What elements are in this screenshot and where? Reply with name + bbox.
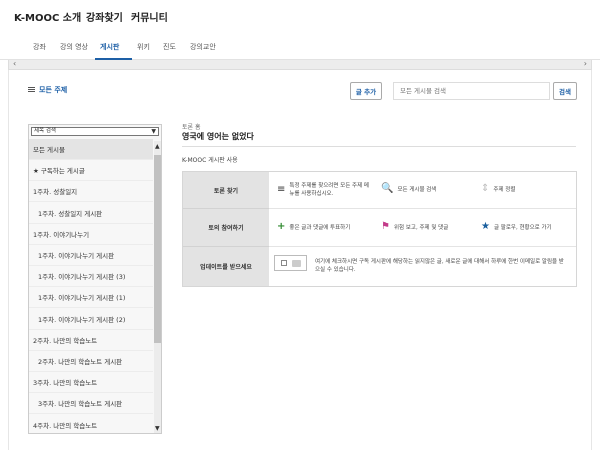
cell-follow: ★ 글 팔로우, 현황으로 가기	[481, 222, 552, 232]
list-icon: ≡	[277, 184, 286, 195]
sidebar-item[interactable]: 3주차. 나만의 학습노트	[29, 372, 153, 394]
sidebar-item[interactable]: 1주차. 이야기나누기 게시판	[29, 245, 153, 266]
tab-course[interactable]: 강좌	[33, 42, 46, 52]
topic-title: 영국에 영어는 없었다	[182, 132, 254, 141]
course-tabs: 강좌 강의 영상 게시판 위키 진도 강의교안	[0, 36, 600, 60]
cell-sort-topics: ⇕ 주제 정렬	[481, 184, 515, 194]
cell-text: 여기에 체크하시면 구독 게시판에 해당하는 읽지않은 글, 새로운 글에 대해…	[315, 259, 564, 273]
row-header-participate: 토의 참여하기	[183, 209, 269, 247]
sort-icon: ⇕	[481, 183, 490, 194]
topic-filter-input[interactable]: 제목 검색 ▼	[31, 127, 159, 136]
tab-lecture-video[interactable]: 강의 영상	[60, 42, 88, 52]
sidebar-item[interactable]: 2주차. 나만의 학습노트	[29, 330, 153, 351]
scrollbar-thumb[interactable]	[154, 155, 161, 343]
chevron-left-icon[interactable]: ‹	[13, 59, 16, 68]
cell-text: 위험 보고, 주제 및 댓글	[393, 225, 449, 231]
cell-report: ⚑ 위험 보고, 주제 및 댓글	[381, 222, 448, 232]
horizontal-scrollbar[interactable]: ‹ ›	[8, 59, 592, 70]
tab-progress[interactable]: 진도	[163, 42, 176, 52]
star-icon: ★	[481, 221, 490, 232]
cell-search-all: 🔍 모든 게시물 검색	[381, 184, 436, 194]
topic-breadcrumb: 토론 홈	[182, 124, 201, 131]
sidebar-item[interactable]: 2주차. 나만의 학습노트 게시판	[29, 351, 153, 372]
email-notify-toggle[interactable]	[274, 255, 307, 271]
sidebar-item[interactable]: 1주차. 이야기나누기 게시판 (2)	[29, 309, 153, 330]
nav-brand[interactable]: K-MOOC 소개	[14, 9, 81, 24]
row-header-find: 토론 찾기	[183, 172, 269, 209]
checkbox[interactable]	[280, 260, 287, 266]
tab-wiki[interactable]: 위키	[137, 42, 150, 52]
cell-update-desc: 여기에 체크하시면 구독 게시판에 해당하는 읽지않은 글, 새로운 글에 대해…	[315, 253, 567, 279]
usage-title: K-MOOC 게시판 사용	[182, 157, 238, 164]
search-icon: 🔍	[381, 183, 394, 194]
nav-community[interactable]: 커뮤니티	[131, 9, 168, 24]
usage-table: 토론 찾기 ≡ 특정 주제를 찾으려면 모든 주제 메뉴를 사용하십시오. 🔍 …	[182, 171, 577, 287]
sidebar-item[interactable]: 3주차. 나만의 학습노트 게시판	[29, 393, 153, 415]
menu-icon[interactable]	[28, 87, 35, 92]
search-input[interactable]	[393, 82, 550, 100]
envelope-icon	[291, 259, 301, 267]
cell-text: 모든 게시물 검색	[397, 187, 437, 193]
cell-text: 글 팔로우, 현황으로 가기	[493, 225, 552, 231]
new-post-button[interactable]: 글 추가	[350, 82, 382, 100]
tab-discussion[interactable]: 게시판	[100, 42, 119, 52]
cell-text: 주제 정렬	[493, 187, 516, 193]
row-body-participate: + 좋은 글과 댓글에 투표하기 ⚑ 위험 보고, 주제 및 댓글 ★ 글 팔로…	[269, 209, 576, 247]
cell-vote: + 좋은 글과 댓글에 투표하기	[277, 222, 350, 232]
cell-text: 좋은 글과 댓글에 투표하기	[289, 225, 351, 231]
flag-icon: ⚑	[381, 221, 390, 232]
divider	[182, 146, 576, 147]
sidebar-item[interactable]: 모든 게시물	[29, 139, 153, 160]
sidebar-item[interactable]: 1주차. 이야기나누기 게시판 (1)	[29, 287, 153, 309]
top-navigation: K-MOOC 소개 강좌찾기 커뮤니티	[0, 0, 600, 32]
chevron-up-icon[interactable]: ▲	[155, 143, 160, 150]
sidebar-item[interactable]: ★ 구독하는 게시글	[29, 160, 153, 182]
tab-lecture-notes[interactable]: 강의교안	[190, 42, 216, 52]
filter-icon: ▼	[151, 128, 156, 135]
topic-sidebar: 제목 검색 ▼ 모든 게시물 ★ 구독하는 게시글 1주차. 성찰일지 1주차. 성찰…	[28, 124, 162, 434]
sidebar-item[interactable]: 1주차. 성찰일지 게시판	[29, 203, 153, 224]
row-body-find: ≡ 특정 주제를 찾으려면 모든 주제 메뉴를 사용하십시오. 🔍 모든 게시물…	[269, 172, 576, 209]
chevron-right-icon[interactable]: ›	[584, 59, 587, 68]
plus-icon: +	[277, 221, 286, 232]
all-topics-toggle[interactable]: 모든 주제	[39, 85, 67, 95]
cell-text: 특정 주제를 찾으려면 모든 주제 메뉴를 사용하십시오.	[289, 183, 369, 197]
search-button[interactable]: 검색	[553, 82, 577, 100]
topic-filter-placeholder: 제목 검색	[34, 128, 56, 134]
sidebar-item[interactable]: 1주차. 이야기나누기	[29, 224, 153, 245]
sidebar-item[interactable]: 1주차. 이야기나누기 게시판 (3)	[29, 266, 153, 288]
sidebar-scrollbar[interactable]: ▲ ▼	[154, 141, 161, 433]
chevron-down-icon[interactable]: ▼	[155, 425, 160, 432]
sidebar-item[interactable]: 4주차. 나만의 학습노트	[29, 415, 153, 433]
row-body-updates: 여기에 체크하시면 구독 게시판에 해당하는 읽지않은 글, 새로운 글에 대해…	[269, 247, 576, 286]
row-header-updates: 업데이트를 받으세요	[183, 247, 269, 286]
nav-find-course[interactable]: 강좌찾기	[86, 9, 123, 24]
cell-topic-menu: ≡ 특정 주제를 찾으려면 모든 주제 메뉴를 사용하십시오.	[277, 178, 369, 202]
sidebar-item[interactable]: 1주차. 성찰일지	[29, 181, 153, 203]
